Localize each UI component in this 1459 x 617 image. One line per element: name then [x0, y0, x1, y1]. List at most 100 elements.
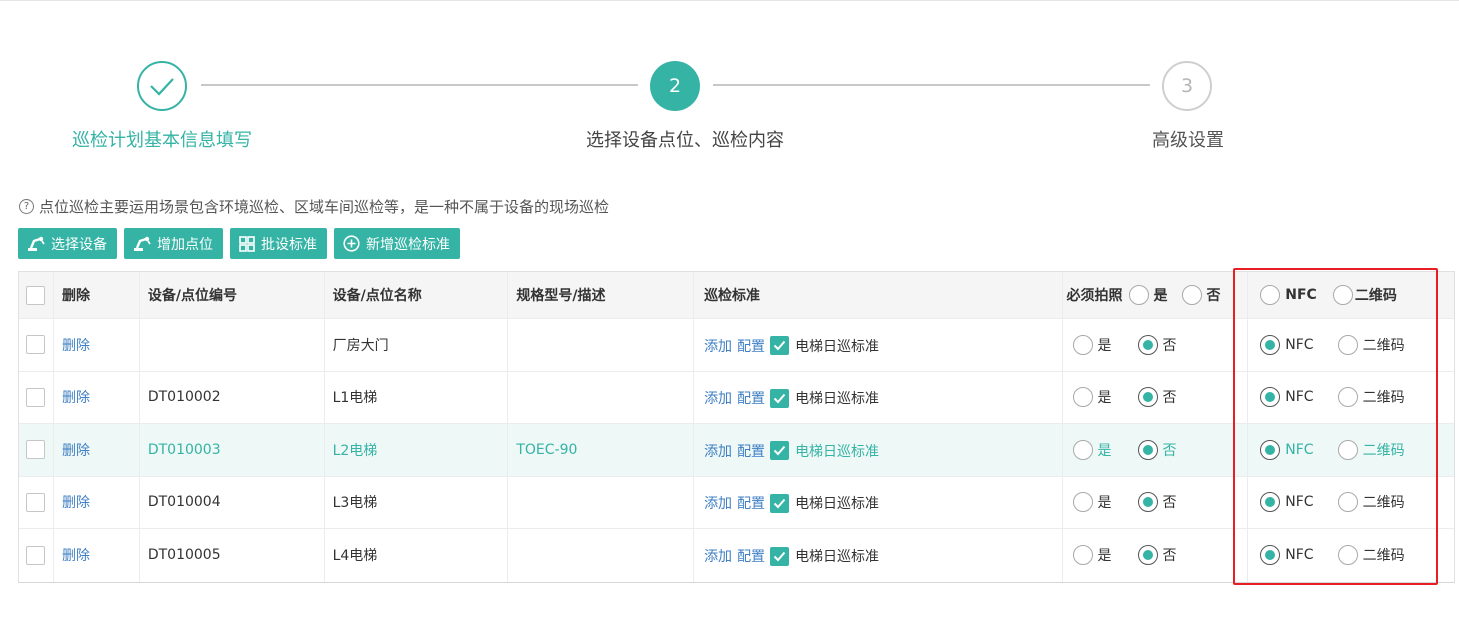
add-point-button[interactable]: 增加点位: [124, 228, 223, 259]
batch-standard-button[interactable]: 批设标准: [230, 228, 327, 259]
row-name: L4电梯: [325, 529, 509, 582]
progress-steps: 2 3 巡检计划基本信息填写 选择设备点位、巡检内容 高级设置: [0, 0, 1459, 160]
toolbar: 选择设备 增加点位 批设标准 新增巡检标准: [18, 228, 460, 259]
row-checkbox[interactable]: [26, 492, 45, 512]
standard-name: 电梯日巡标准: [795, 496, 880, 513]
header-nfc-all[interactable]: NFC: [1260, 285, 1317, 305]
add-standard-link[interactable]: 添加: [704, 388, 732, 408]
row-name: L3电梯: [325, 476, 509, 528]
step-3-circle: 3: [1162, 61, 1212, 111]
photo-no-radio[interactable]: 否: [1137, 334, 1177, 355]
delete-link[interactable]: 删除: [62, 440, 90, 460]
row-name: L2电梯: [325, 424, 509, 476]
row-code: DT010004: [140, 476, 325, 528]
delete-link[interactable]: 删除: [62, 545, 90, 565]
header-name: 设备/点位名称: [325, 272, 509, 318]
standard-name: 电梯日巡标准: [795, 391, 880, 408]
delete-link[interactable]: 删除: [62, 387, 90, 407]
add-standard-link[interactable]: 添加: [704, 441, 732, 461]
row-checkbox[interactable]: [26, 335, 45, 355]
standard-name: 电梯日巡标准: [795, 338, 880, 355]
add-standard-link[interactable]: 添加: [704, 336, 732, 356]
add-standard-link[interactable]: 添加: [704, 546, 732, 566]
row-checkbox[interactable]: [26, 545, 45, 565]
photo-yes-radio[interactable]: 是: [1072, 545, 1112, 566]
scan-nfc-radio[interactable]: NFC: [1260, 439, 1314, 460]
robot-arm-icon: [133, 236, 151, 252]
scan-nfc-radio[interactable]: NFC: [1260, 387, 1314, 408]
photo-no-radio[interactable]: 否: [1137, 439, 1177, 460]
header-photo-yes-all[interactable]: 是: [1128, 285, 1168, 305]
row-spec: [508, 319, 695, 371]
photo-yes-radio[interactable]: 是: [1072, 492, 1112, 513]
select-device-button[interactable]: 选择设备: [18, 228, 117, 259]
scan-qr-radio[interactable]: 二维码: [1337, 334, 1405, 355]
header-standard: 巡检标准: [694, 272, 1063, 318]
config-standard-link[interactable]: 配置: [737, 546, 765, 566]
config-standard-link[interactable]: 配置: [737, 441, 765, 461]
step-1-check-icon: [137, 61, 187, 111]
photo-no-radio[interactable]: 否: [1137, 545, 1177, 566]
standard-checkbox-checked[interactable]: [770, 388, 790, 408]
standard-name: 电梯日巡标准: [795, 549, 880, 566]
robot-arm-icon: [27, 236, 45, 252]
row-checkbox[interactable]: [26, 387, 45, 407]
row-spec: [508, 371, 695, 423]
header-delete: 删除: [54, 272, 140, 318]
standard-checkbox-checked[interactable]: [770, 546, 790, 566]
row-checkbox[interactable]: [26, 440, 45, 460]
config-standard-link[interactable]: 配置: [737, 493, 765, 513]
table-header: 删除 设备/点位编号 设备/点位名称 规格型号/描述 巡检标准 必须拍照 是 否…: [19, 272, 1454, 319]
hint-text-row: ? 点位巡检主要运用场景包含环境巡检、区域车间巡检等，是一种不属于设备的现场巡检: [19, 196, 609, 217]
table-row[interactable]: 删除 DT010005 L4电梯 添加 配置 电梯日巡标准 是 否 NFC 二维…: [19, 529, 1454, 582]
header-code: 设备/点位编号: [140, 272, 325, 318]
header-qr-all[interactable]: 二维码: [1332, 285, 1397, 305]
row-name: L1电梯: [325, 371, 509, 423]
step-connector-2: [713, 84, 1150, 86]
photo-no-radio[interactable]: 否: [1137, 387, 1177, 408]
device-point-table: 删除 设备/点位编号 设备/点位名称 规格型号/描述 巡检标准 必须拍照 是 否…: [18, 271, 1455, 583]
table-row[interactable]: 删除 DT010004 L3电梯 添加 配置 电梯日巡标准 是 否 NFC 二维…: [19, 476, 1454, 529]
row-code: [140, 319, 325, 371]
table-row[interactable]: 删除 DT010003 L2电梯 TOEC-90 添加 配置 电梯日巡标准 是 …: [19, 424, 1454, 477]
header-photo: 必须拍照: [1066, 288, 1123, 304]
delete-link[interactable]: 删除: [62, 492, 90, 512]
grid-icon: [239, 235, 255, 252]
delete-link[interactable]: 删除: [62, 335, 90, 355]
step-2-circle: 2: [650, 61, 700, 111]
header-spec: 规格型号/描述: [508, 272, 695, 318]
step-1-label: 巡检计划基本信息填写: [72, 130, 252, 151]
step-connector-1: [201, 84, 638, 86]
standard-checkbox-checked[interactable]: [770, 336, 790, 356]
new-standard-button[interactable]: 新增巡检标准: [334, 228, 460, 259]
row-code: DT010005: [140, 529, 325, 582]
row-spec: TOEC-90: [508, 424, 695, 476]
row-spec: [508, 476, 695, 528]
scan-nfc-radio[interactable]: NFC: [1260, 545, 1314, 566]
scan-qr-radio[interactable]: 二维码: [1337, 545, 1405, 566]
row-code: DT010003: [140, 424, 325, 476]
scan-qr-radio[interactable]: 二维码: [1337, 387, 1405, 408]
photo-yes-radio[interactable]: 是: [1072, 334, 1112, 355]
standard-checkbox-checked[interactable]: [770, 441, 790, 461]
photo-no-radio[interactable]: 否: [1137, 492, 1177, 513]
scan-nfc-radio[interactable]: NFC: [1260, 334, 1314, 355]
scan-qr-radio[interactable]: 二维码: [1337, 492, 1405, 513]
standard-checkbox-checked[interactable]: [770, 493, 790, 513]
select-all-checkbox[interactable]: [26, 285, 45, 305]
scan-nfc-radio[interactable]: NFC: [1260, 492, 1314, 513]
scan-qr-radio[interactable]: 二维码: [1337, 439, 1405, 460]
standard-name: 电梯日巡标准: [795, 443, 880, 460]
config-standard-link[interactable]: 配置: [737, 336, 765, 356]
header-photo-no-all[interactable]: 否: [1181, 285, 1221, 305]
photo-yes-radio[interactable]: 是: [1072, 439, 1112, 460]
hint-text: 点位巡检主要运用场景包含环境巡检、区域车间巡检等，是一种不属于设备的现场巡检: [39, 198, 610, 216]
plus-circle-icon: [343, 235, 360, 252]
add-standard-link[interactable]: 添加: [704, 493, 732, 513]
row-name: 厂房大门: [325, 319, 509, 371]
row-spec: [508, 529, 695, 582]
table-row[interactable]: 删除 厂房大门 添加 配置 电梯日巡标准 是 否 NFC 二维码: [19, 319, 1454, 372]
photo-yes-radio[interactable]: 是: [1072, 387, 1112, 408]
config-standard-link[interactable]: 配置: [737, 388, 765, 408]
table-row[interactable]: 删除 DT010002 L1电梯 添加 配置 电梯日巡标准 是 否 NFC 二维…: [19, 371, 1454, 424]
